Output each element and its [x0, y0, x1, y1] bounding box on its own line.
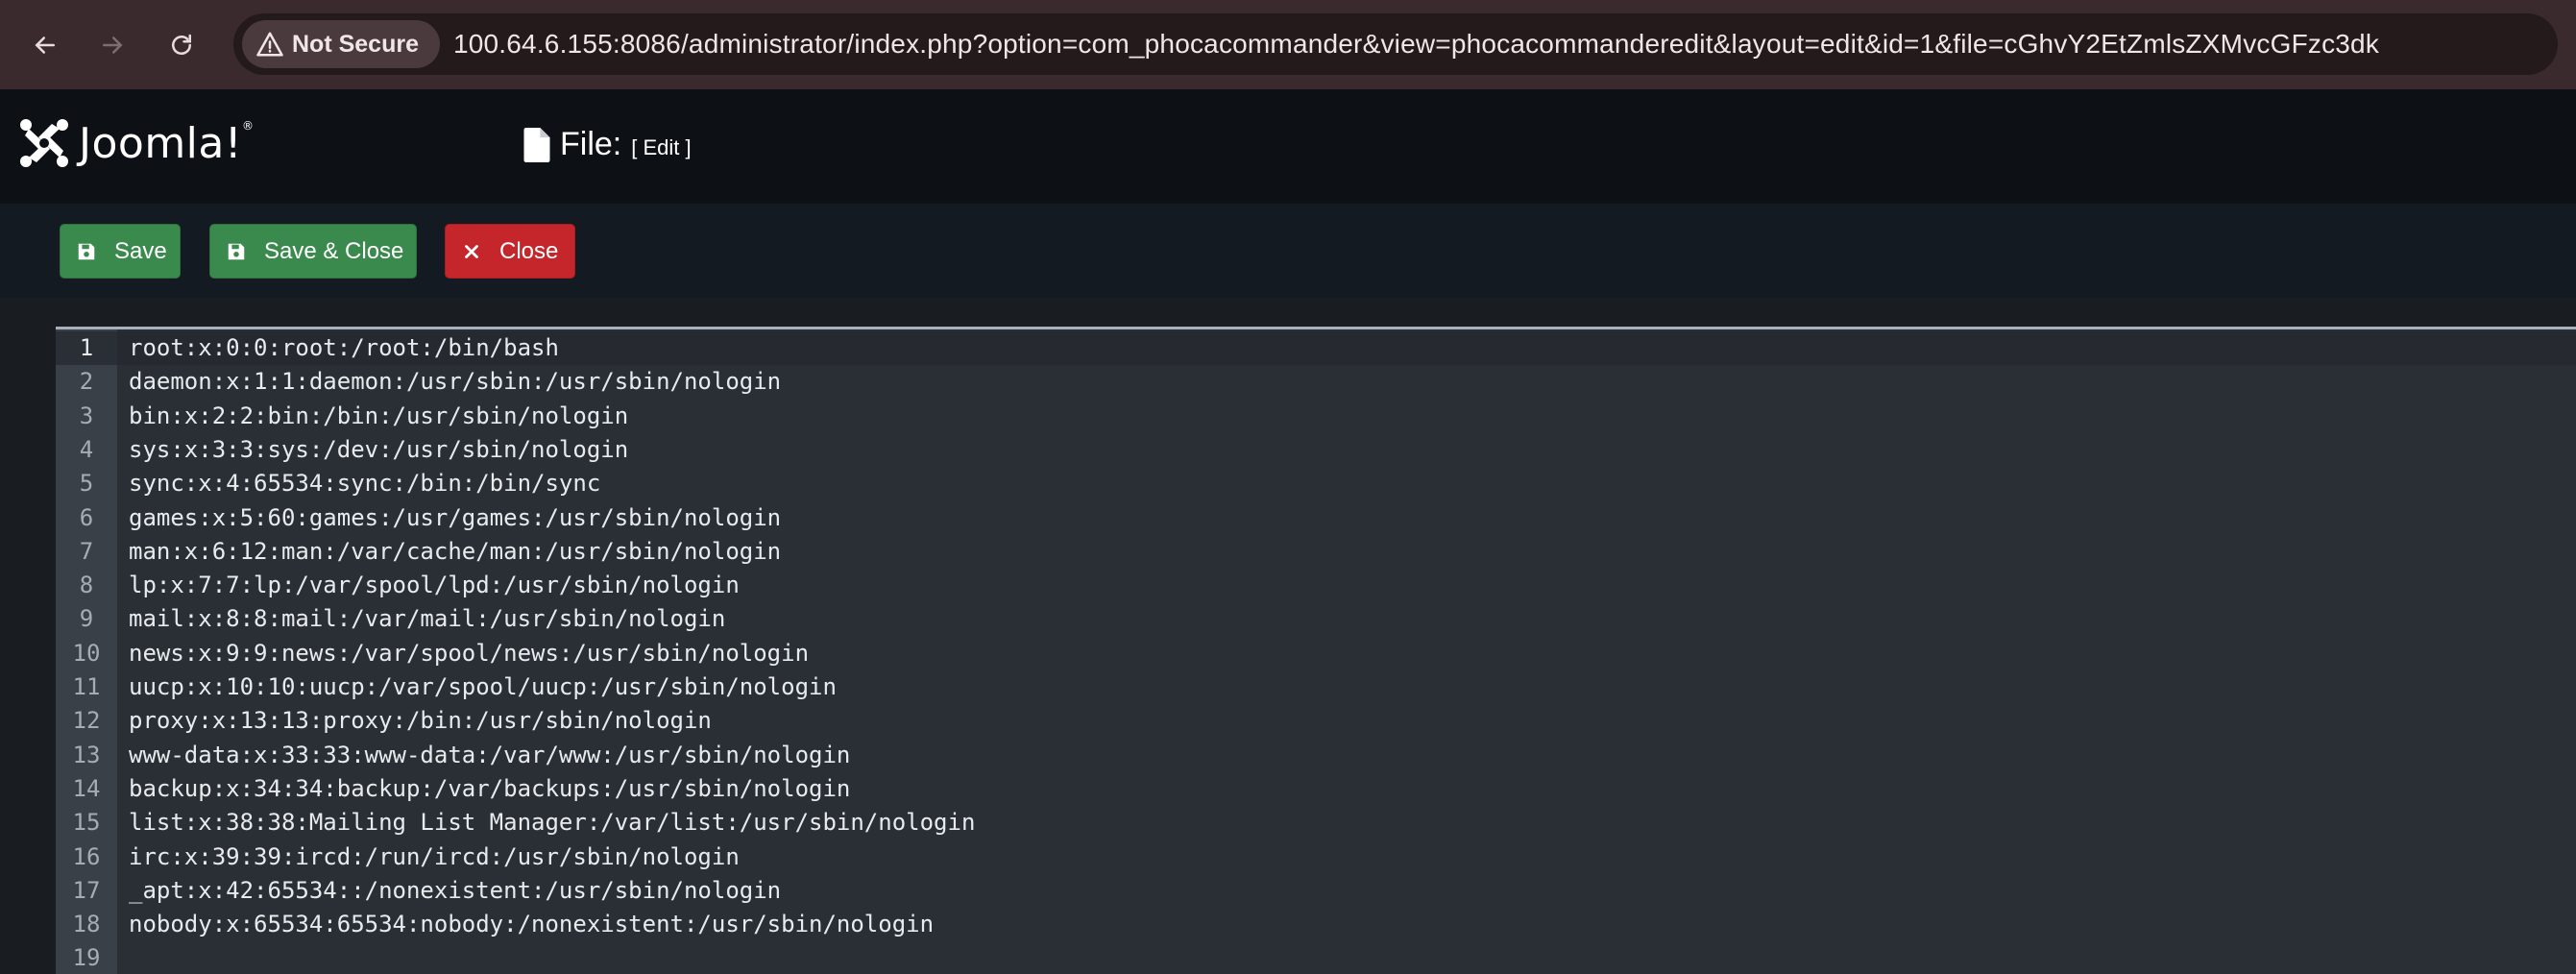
line-number: 6 [79, 503, 94, 531]
logo-wordmark: Joomla! [79, 118, 243, 168]
line-number: 10 [72, 639, 101, 667]
line-number: 12 [72, 707, 101, 735]
line-number: 5 [79, 470, 94, 498]
save-close-button[interactable]: Save & Close [209, 224, 417, 279]
page-title: File: [ Edit ] [523, 126, 692, 163]
title-main: File: [560, 126, 622, 162]
back-button[interactable] [12, 0, 79, 89]
floppy-disk-icon [78, 243, 95, 259]
line-number-gutter: 1 2 3 4 5 6 7 8 9 10 11 12 13 14 15 16 17 18 19 [56, 329, 117, 974]
joomla-logo-icon [20, 119, 68, 167]
arrow-left-icon [35, 36, 55, 54]
code-line[interactable]: sys:x:3:3:sys:/dev:/usr/sbin/nologin [129, 433, 628, 467]
save-close-label: Save & Close [264, 237, 404, 264]
address-bar[interactable]: Not Secure 100.64.6.155:8086/administrat… [233, 13, 2558, 75]
code-line[interactable]: _apt:x:42:65534::/nonexistent:/usr/sbin/… [129, 874, 781, 908]
code-line[interactable]: man:x:6:12:man:/var/cache/man:/usr/sbin/… [129, 535, 781, 569]
line-number: 15 [72, 809, 101, 837]
code-line[interactable]: list:x:38:38:Mailing List Manager:/var/l… [129, 806, 975, 840]
app-header: Joomla!® File: [ Edit ] [0, 89, 2576, 204]
code-line[interactable]: nobody:x:65534:65534:nobody:/nonexistent… [129, 908, 934, 941]
line-number: 13 [72, 741, 101, 768]
arrow-right-icon [103, 36, 123, 54]
content-area: 1 2 3 4 5 6 7 8 9 10 11 12 13 14 15 16 17 18 19 root:x:0:0… [0, 298, 2576, 974]
code-editor[interactable]: 1 2 3 4 5 6 7 8 9 10 11 12 13 14 15 16 17 18 19 root:x:0:0… [56, 327, 2576, 974]
save-button[interactable]: Save [60, 224, 181, 279]
code-line[interactable]: uucp:x:10:10:uucp:/var/spool/uucp:/usr/s… [129, 670, 837, 704]
title-sub: [ Edit ] [631, 135, 692, 159]
line-number: 2 [79, 368, 94, 396]
code-line[interactable]: proxy:x:13:13:proxy:/bin:/usr/sbin/nolog… [129, 704, 712, 738]
line-number: 3 [79, 402, 94, 429]
security-indicator[interactable]: Not Secure [242, 20, 440, 68]
code-line[interactable]: daemon:x:1:1:daemon:/usr/sbin:/usr/sbin/… [129, 365, 781, 399]
logo-text: Joomla!® [79, 119, 255, 168]
save-label: Save [114, 237, 167, 264]
close-label: Close [499, 237, 559, 264]
code-line[interactable]: games:x:5:60:games:/usr/games:/usr/sbin/… [129, 501, 781, 535]
close-icon [465, 244, 478, 258]
line-number: 1 [56, 331, 117, 366]
line-number: 19 [72, 944, 101, 972]
reload-icon [172, 34, 191, 55]
code-line[interactable]: root:x:0:0:root:/root:/bin/bash [129, 331, 559, 365]
code-line[interactable]: news:x:9:9:news:/var/spool/news:/usr/sbi… [129, 637, 809, 670]
code-line[interactable]: bin:x:2:2:bin:/bin:/usr/sbin/nologin [129, 400, 628, 433]
floppy-disk-icon [228, 243, 245, 259]
code-line[interactable]: lp:x:7:7:lp:/var/spool/lpd:/usr/sbin/nol… [129, 569, 740, 602]
reload-button[interactable] [148, 0, 215, 89]
line-number: 8 [79, 572, 94, 599]
line-number: 7 [79, 537, 94, 565]
code-line[interactable]: irc:x:39:39:ircd:/run/ircd:/usr/sbin/nol… [129, 840, 740, 874]
code-line[interactable]: www-data:x:33:33:www-data:/var/www:/usr/… [129, 739, 850, 772]
line-number: 11 [72, 673, 101, 700]
file-icon [523, 127, 550, 162]
warning-icon [256, 32, 283, 57]
security-label: Not Secure [292, 30, 419, 58]
code-line[interactable]: backup:x:34:34:backup:/var/backups:/usr/… [129, 772, 850, 806]
line-number: 4 [79, 435, 94, 463]
action-toolbar: Save Save & Close Close [0, 204, 2576, 298]
line-number: 18 [72, 911, 101, 938]
url-text[interactable]: 100.64.6.155:8086/administrator/index.ph… [453, 29, 2379, 60]
line-number: 14 [72, 774, 101, 802]
line-number: 16 [72, 842, 101, 870]
close-button[interactable]: Close [445, 224, 575, 279]
code-line[interactable]: mail:x:8:8:mail:/var/mail:/usr/sbin/nolo… [129, 602, 725, 636]
browser-toolbar: Not Secure 100.64.6.155:8086/administrat… [0, 0, 2576, 89]
registered-mark: ® [242, 118, 255, 133]
forward-button[interactable] [79, 0, 146, 89]
joomla-logo[interactable]: Joomla!® [17, 116, 255, 170]
line-number: 9 [79, 605, 94, 633]
line-number: 17 [72, 876, 101, 904]
code-line[interactable]: sync:x:4:65534:sync:/bin:/bin/sync [129, 467, 600, 500]
